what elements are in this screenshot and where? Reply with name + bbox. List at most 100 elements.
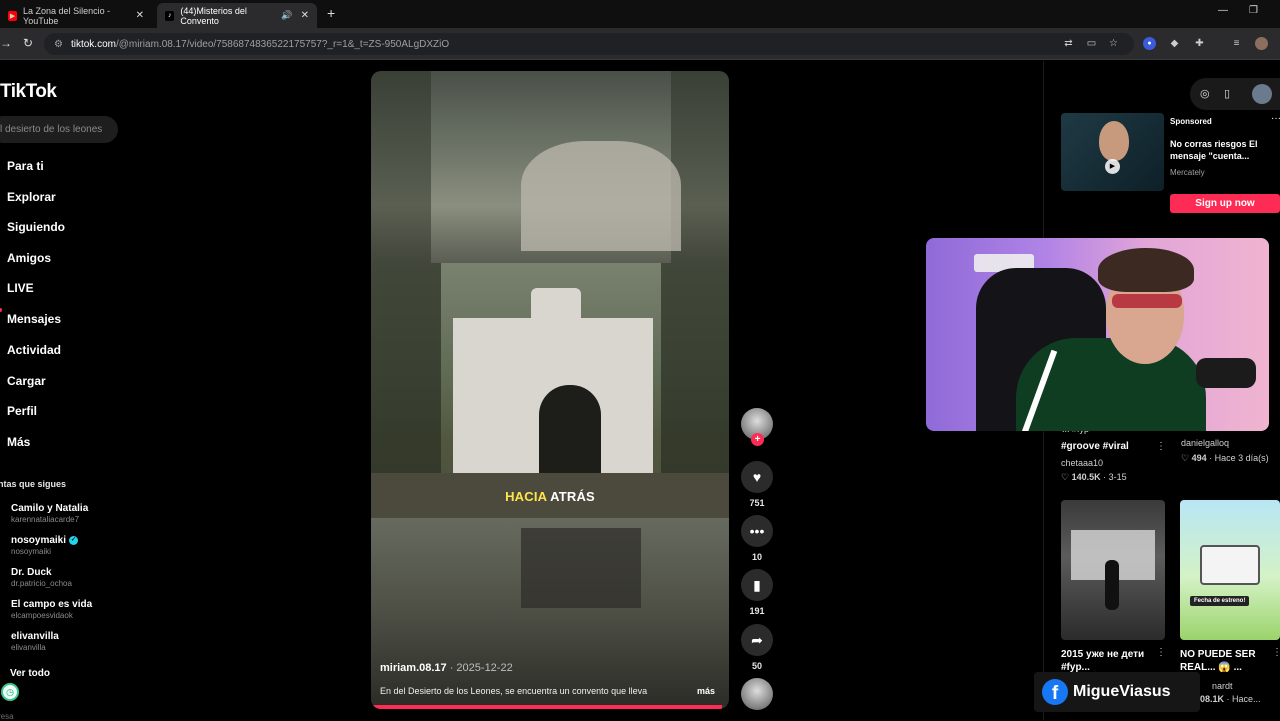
nav-mensajes[interactable]: Mensajes (7, 312, 61, 326)
account-name: Dr. Duck (11, 567, 52, 578)
author-name: miriam.08.17 (380, 662, 447, 674)
coin-icon[interactable]: ◷ (1, 683, 19, 701)
ad-title[interactable]: No corras riesgos El mensaje "cuenta... (1170, 138, 1278, 162)
sidebar: TikTok l desierto de los leones Para ti … (0, 61, 128, 721)
feed-author[interactable]: danielgalloq (1181, 438, 1229, 448)
music-disc-avatar[interactable] (741, 678, 773, 710)
like-count: 751 (749, 498, 765, 508)
close-icon[interactable]: ✕ (301, 10, 309, 21)
user-avatar[interactable] (1252, 84, 1272, 104)
feed-author[interactable]: nardt (1212, 681, 1233, 691)
feed-stats: ♡ 140.5K · 3-15 (1061, 472, 1127, 482)
follow-plus-icon[interactable]: + (751, 433, 764, 446)
nav-live[interactable]: LIVE (7, 281, 34, 295)
url-input[interactable]: ⚙ tiktok.com/@miriam.08.17/video/7586874… (44, 33, 1134, 55)
ad-thumbnail[interactable]: ▶ (1061, 113, 1164, 191)
close-icon[interactable]: ✕ (136, 10, 144, 21)
feed-thumbnail[interactable]: Fecha de estreno! (1180, 500, 1280, 640)
reload-icon[interactable]: ↻ (23, 36, 33, 50)
account-username: elcampoesvidaok (11, 611, 73, 620)
feed-stats: ♡ 494 · Hace 3 día(s) (1181, 453, 1269, 463)
profile-avatar[interactable] (1255, 37, 1268, 50)
compass-icon[interactable]: ◎ (1200, 87, 1210, 100)
feed-author[interactable]: chetaaa10 (1061, 458, 1103, 468)
account-username: elivanvilla (11, 643, 46, 652)
media-control-icon[interactable]: ≡ (1230, 37, 1243, 50)
tiktok-logo[interactable]: TikTok (0, 81, 57, 103)
maximize-button[interactable]: ❐ (1249, 5, 1258, 16)
thumb-cartoon (1200, 545, 1260, 585)
comment-icon[interactable]: ••• (741, 515, 773, 547)
like-action[interactable]: ♥ 751 (741, 461, 773, 508)
cast-icon[interactable]: ▭ (1085, 37, 1098, 50)
tab-youtube[interactable]: ▶ La Zona del Silencio - YouTube ✕ (0, 3, 152, 28)
phone-icon[interactable]: ▯ (1224, 87, 1230, 100)
more-options-icon[interactable]: ⋮ (1156, 647, 1166, 658)
notification-dot (0, 308, 2, 312)
url-path: /@miriam.08.17/video/7586874836522175757… (115, 38, 450, 50)
nav-mas[interactable]: Más (7, 435, 30, 449)
feed-date: Hace 3 día(s) (1214, 453, 1269, 463)
video-author[interactable]: miriam.08.17 · 2025-12-22 (380, 662, 513, 674)
feed-stats: 08.1K · Hace... (1200, 694, 1261, 704)
account-name: Camilo y Natalia (11, 503, 89, 514)
thumb-figure (1105, 560, 1119, 610)
comment-action[interactable]: ••• 10 (741, 515, 773, 562)
heart-icon[interactable]: ♥ (741, 461, 773, 493)
following-account[interactable]: Dr. Duck dr.patricio_ochoa (11, 567, 72, 588)
tab-tiktok[interactable]: ♪ (44)Misterios del Convento 🔊 ✕ (157, 3, 317, 28)
feed-likes: 494 (1191, 453, 1207, 463)
new-tab-button[interactable]: + (327, 5, 335, 21)
more-options-icon[interactable]: ⋮ (1272, 647, 1280, 658)
translate-icon[interactable]: ⇄ (1062, 37, 1075, 50)
share-action[interactable]: ➦ 50 (741, 624, 773, 671)
bookmark-star-icon[interactable]: ☆ (1107, 37, 1120, 50)
more-link[interactable]: más (697, 686, 715, 696)
feed-title[interactable]: NO PUEDE SER REAL... 😱 ... (1180, 648, 1270, 674)
more-options-icon[interactable]: ··· (1271, 113, 1280, 124)
following-account[interactable]: elivanvilla elivanvilla (11, 631, 59, 652)
feed-title[interactable]: #groove #viral (1061, 441, 1129, 452)
speaker-icon[interactable]: 🔊 (281, 10, 292, 21)
more-options-icon[interactable]: ⋮ (1156, 441, 1166, 452)
feed-date: Hace... (1232, 694, 1261, 704)
verified-icon: ✓ (69, 536, 79, 545)
share-icon[interactable]: ➦ (741, 624, 773, 656)
nav-amigos[interactable]: Amigos (7, 251, 51, 265)
nav-cargar[interactable]: Cargar (7, 374, 46, 388)
extension-icon[interactable]: ● (1143, 37, 1156, 50)
sign-up-button[interactable]: Sign up now (1170, 194, 1280, 213)
address-bar-row: → ↻ ⚙ tiktok.com/@miriam.08.17/video/758… (0, 28, 1280, 60)
cam-sunglasses (1112, 294, 1182, 308)
puzzle-icon[interactable]: ✚ (1193, 37, 1206, 50)
feed-thumbnail[interactable] (1061, 500, 1165, 640)
minimize-button[interactable]: — (1218, 5, 1228, 16)
nav-actividad[interactable]: Actividad (7, 343, 61, 357)
search-input[interactable]: l desierto de los leones (0, 116, 118, 143)
following-account[interactable]: Camilo y Natalia karennataliacarde7 (11, 503, 88, 524)
following-account[interactable]: El campo es vida elcampoesvidaok (11, 599, 92, 620)
save-action[interactable]: ▮ 191 (741, 569, 773, 616)
sponsored-label: Sponsored (1170, 117, 1212, 126)
extension-icon[interactable]: ◆ (1168, 37, 1181, 50)
ad-brand[interactable]: Mercately (1170, 168, 1205, 177)
youtube-icon: ▶ (8, 10, 18, 21)
nav-perfil[interactable]: Perfil (7, 404, 37, 418)
video-frame-chapel (371, 263, 729, 518)
nav-explorar[interactable]: Explorar (7, 190, 56, 204)
site-info-icon[interactable]: ⚙ (54, 39, 63, 50)
account-username: karennataliacarde7 (11, 515, 80, 524)
following-account[interactable]: nosoymaiki ✓ nosoymaiki (11, 535, 79, 556)
forward-icon[interactable]: → (0, 36, 12, 50)
play-icon[interactable]: ▶ (1105, 159, 1120, 174)
share-count: 50 (751, 661, 762, 671)
bookmark-icon[interactable]: ▮ (741, 569, 773, 601)
caption-highlight: HACIA (505, 489, 547, 504)
nav-siguiendo[interactable]: Siguiendo (7, 220, 65, 234)
nav-para-ti[interactable]: Para ti (7, 159, 44, 173)
video-progress-bar[interactable] (371, 705, 729, 709)
video-player[interactable]: HACIA ATRÁS miriam.08.17 · 2025-12-22 En… (371, 71, 729, 709)
tiktok-icon: ♪ (165, 10, 175, 21)
see-all-link[interactable]: Ver todo (10, 668, 50, 679)
feed-title[interactable]: 2015 уже не дети #fyp... (1061, 648, 1157, 674)
